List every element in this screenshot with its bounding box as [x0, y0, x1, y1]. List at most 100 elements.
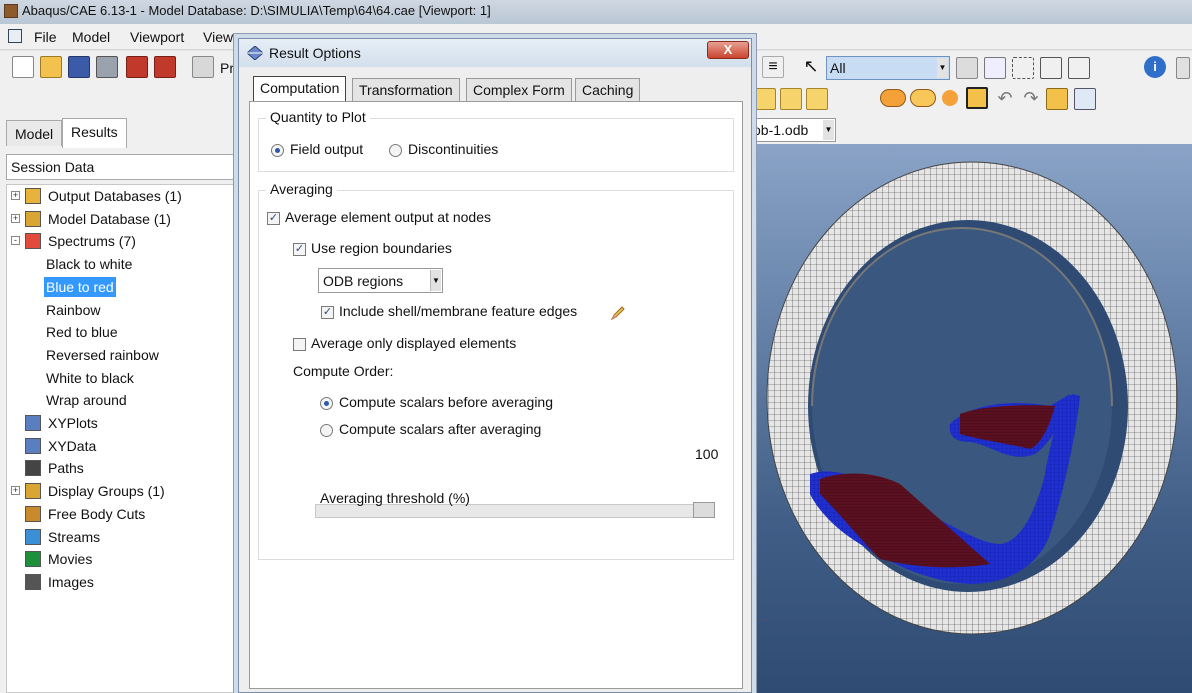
tree-item[interactable]: Red to blue	[7, 322, 239, 342]
iso-view-icon[interactable]	[754, 88, 776, 110]
print-icon[interactable]	[96, 56, 118, 78]
shaded-icon[interactable]	[942, 90, 958, 106]
viewport-canvas[interactable]: · · ·	[750, 144, 1192, 693]
tab-transformation[interactable]: Transformation	[352, 78, 460, 101]
tree-item[interactable]: Rainbow	[7, 300, 239, 320]
tree-item[interactable]: Black to white	[7, 254, 239, 274]
tree-item[interactable]: Reversed rainbow	[7, 345, 239, 365]
field-output-radio[interactable]	[271, 144, 284, 157]
tree-item[interactable]: Streams	[7, 527, 239, 547]
quantity-to-plot-label: Quantity to Plot	[266, 109, 370, 125]
chevron-down-icon: ▼	[823, 120, 834, 140]
selection-options-icon[interactable]	[956, 57, 978, 79]
expand-icon[interactable]: +	[11, 486, 20, 496]
menu-view[interactable]: View	[203, 29, 236, 45]
ruler-icon[interactable]: ≡	[762, 56, 784, 78]
tree-item[interactable]: Movies	[7, 549, 239, 569]
odb-row: ob-1.odb ▼	[750, 114, 1192, 144]
free-body-icon	[25, 505, 41, 522]
tree-item[interactable]: Blue to red	[7, 276, 239, 297]
help-context-icon[interactable]	[1176, 57, 1190, 79]
tab-complex-form[interactable]: Complex Form	[466, 78, 572, 101]
import-icon[interactable]	[126, 56, 148, 78]
threshold-slider-handle[interactable]	[693, 502, 715, 518]
tree-item[interactable]: White to black	[7, 368, 239, 388]
include-shell-edges-checkbox[interactable]: ✓	[321, 306, 334, 319]
close-button[interactable]: X	[707, 41, 749, 59]
front-view-icon[interactable]	[780, 88, 802, 110]
tab-computation[interactable]: Computation	[253, 76, 347, 102]
cycle-views-icon[interactable]	[1046, 88, 1068, 110]
select-layers-icon[interactable]	[984, 57, 1006, 79]
edit-pencil-icon[interactable]	[610, 305, 626, 321]
hidden-line-icon[interactable]	[910, 89, 936, 107]
tree-item[interactable]: XYPlots	[7, 413, 239, 433]
right-view-icon[interactable]	[806, 88, 828, 110]
use-region-boundaries-checkbox[interactable]: ✓	[293, 243, 306, 256]
tree-item-label: XYPlots	[48, 415, 98, 431]
output-db-icon	[25, 188, 41, 204]
tree-item[interactable]: XYData	[7, 436, 239, 456]
compute-before-radio[interactable]	[320, 397, 333, 410]
collapse-icon[interactable]: -	[11, 236, 20, 246]
menu-file[interactable]: File	[34, 29, 57, 45]
tab-model[interactable]: Model	[6, 120, 63, 146]
open-folder-icon[interactable]	[40, 56, 62, 78]
region-select[interactable]: ODB regions ▼	[318, 268, 443, 293]
arrow-tool-icon[interactable]	[966, 87, 988, 109]
discontinuities-label: Discontinuities	[408, 141, 499, 157]
save-icon[interactable]	[68, 56, 90, 78]
discontinuities-radio[interactable]	[389, 144, 402, 157]
expand-icon[interactable]: +	[11, 191, 20, 200]
window-title: Abaqus/CAE 6.13-1 - Model Database: D:\S…	[22, 3, 491, 18]
view-toolbar: ↶ ↷	[750, 84, 1192, 114]
threshold-slider[interactable]	[315, 504, 715, 518]
chevron-down-icon: ▼	[430, 270, 441, 291]
expand-icon[interactable]: +	[11, 213, 20, 223]
session-data-header: Session Data	[6, 154, 240, 180]
model-tree-panel: Model Results Session Data + Output Datab…	[0, 84, 240, 693]
tree-item-label: Black to white	[46, 256, 133, 273]
tree-item-label: Model Database (1)	[48, 210, 171, 227]
tab-results[interactable]: Results	[62, 118, 127, 148]
odb-select[interactable]: ob-1.odb ▼	[750, 118, 836, 142]
menu-viewport[interactable]: Viewport	[130, 29, 184, 45]
tree-item[interactable]: - Spectrums (7)	[7, 231, 239, 251]
redo-icon[interactable]: ↷	[1020, 88, 1042, 110]
average-displayed-only-checkbox[interactable]	[293, 338, 306, 351]
menu-model[interactable]: Model	[72, 29, 110, 45]
averaging-label: Averaging	[266, 181, 337, 197]
tree-item-label: White to black	[46, 369, 134, 386]
export-icon[interactable]	[154, 56, 176, 78]
tree-item-label: Display Groups (1)	[48, 483, 165, 500]
tree-item[interactable]: Free Body Cuts	[7, 504, 239, 524]
threshold-label: Averaging threshold (%)	[320, 490, 470, 506]
use-region-boundaries-label: Use region boundaries	[311, 240, 452, 256]
tree-item[interactable]: + Output Databases (1)	[7, 186, 239, 206]
query-icon[interactable]	[1040, 57, 1062, 79]
tab-caching[interactable]: Caching	[575, 78, 641, 101]
view-manager-icon[interactable]	[1074, 88, 1096, 110]
system-menu-icon[interactable]	[8, 29, 22, 43]
render-style-icon[interactable]	[880, 89, 906, 107]
chevron-down-icon: ▼	[937, 58, 948, 78]
select-pointer-icon[interactable]: ↖	[800, 56, 822, 78]
tree-item[interactable]: Wrap around	[7, 390, 239, 410]
undo-icon[interactable]: ↶	[994, 88, 1016, 110]
compute-after-radio[interactable]	[320, 424, 333, 437]
probe-icon[interactable]	[1068, 57, 1090, 79]
new-file-icon[interactable]	[12, 56, 34, 78]
tree-item[interactable]: Images	[7, 572, 239, 592]
threshold-value: 100	[695, 446, 719, 462]
selection-filter-select[interactable]: All ▼	[826, 56, 950, 80]
tree-item-label: Output Databases (1)	[48, 188, 182, 204]
box-select-icon[interactable]	[1012, 57, 1034, 79]
image-options-icon[interactable]	[192, 56, 214, 78]
tree-item-label: Red to blue	[46, 324, 118, 341]
tree-item[interactable]: Paths	[7, 458, 239, 478]
average-at-nodes-checkbox[interactable]: ✓	[267, 212, 280, 225]
tree-item[interactable]: + Display Groups (1)	[7, 481, 239, 501]
info-icon[interactable]: i	[1144, 56, 1166, 78]
tree-item[interactable]: + Model Database (1)	[7, 209, 239, 229]
dialog-title-bar[interactable]: Result Options X	[239, 39, 751, 67]
